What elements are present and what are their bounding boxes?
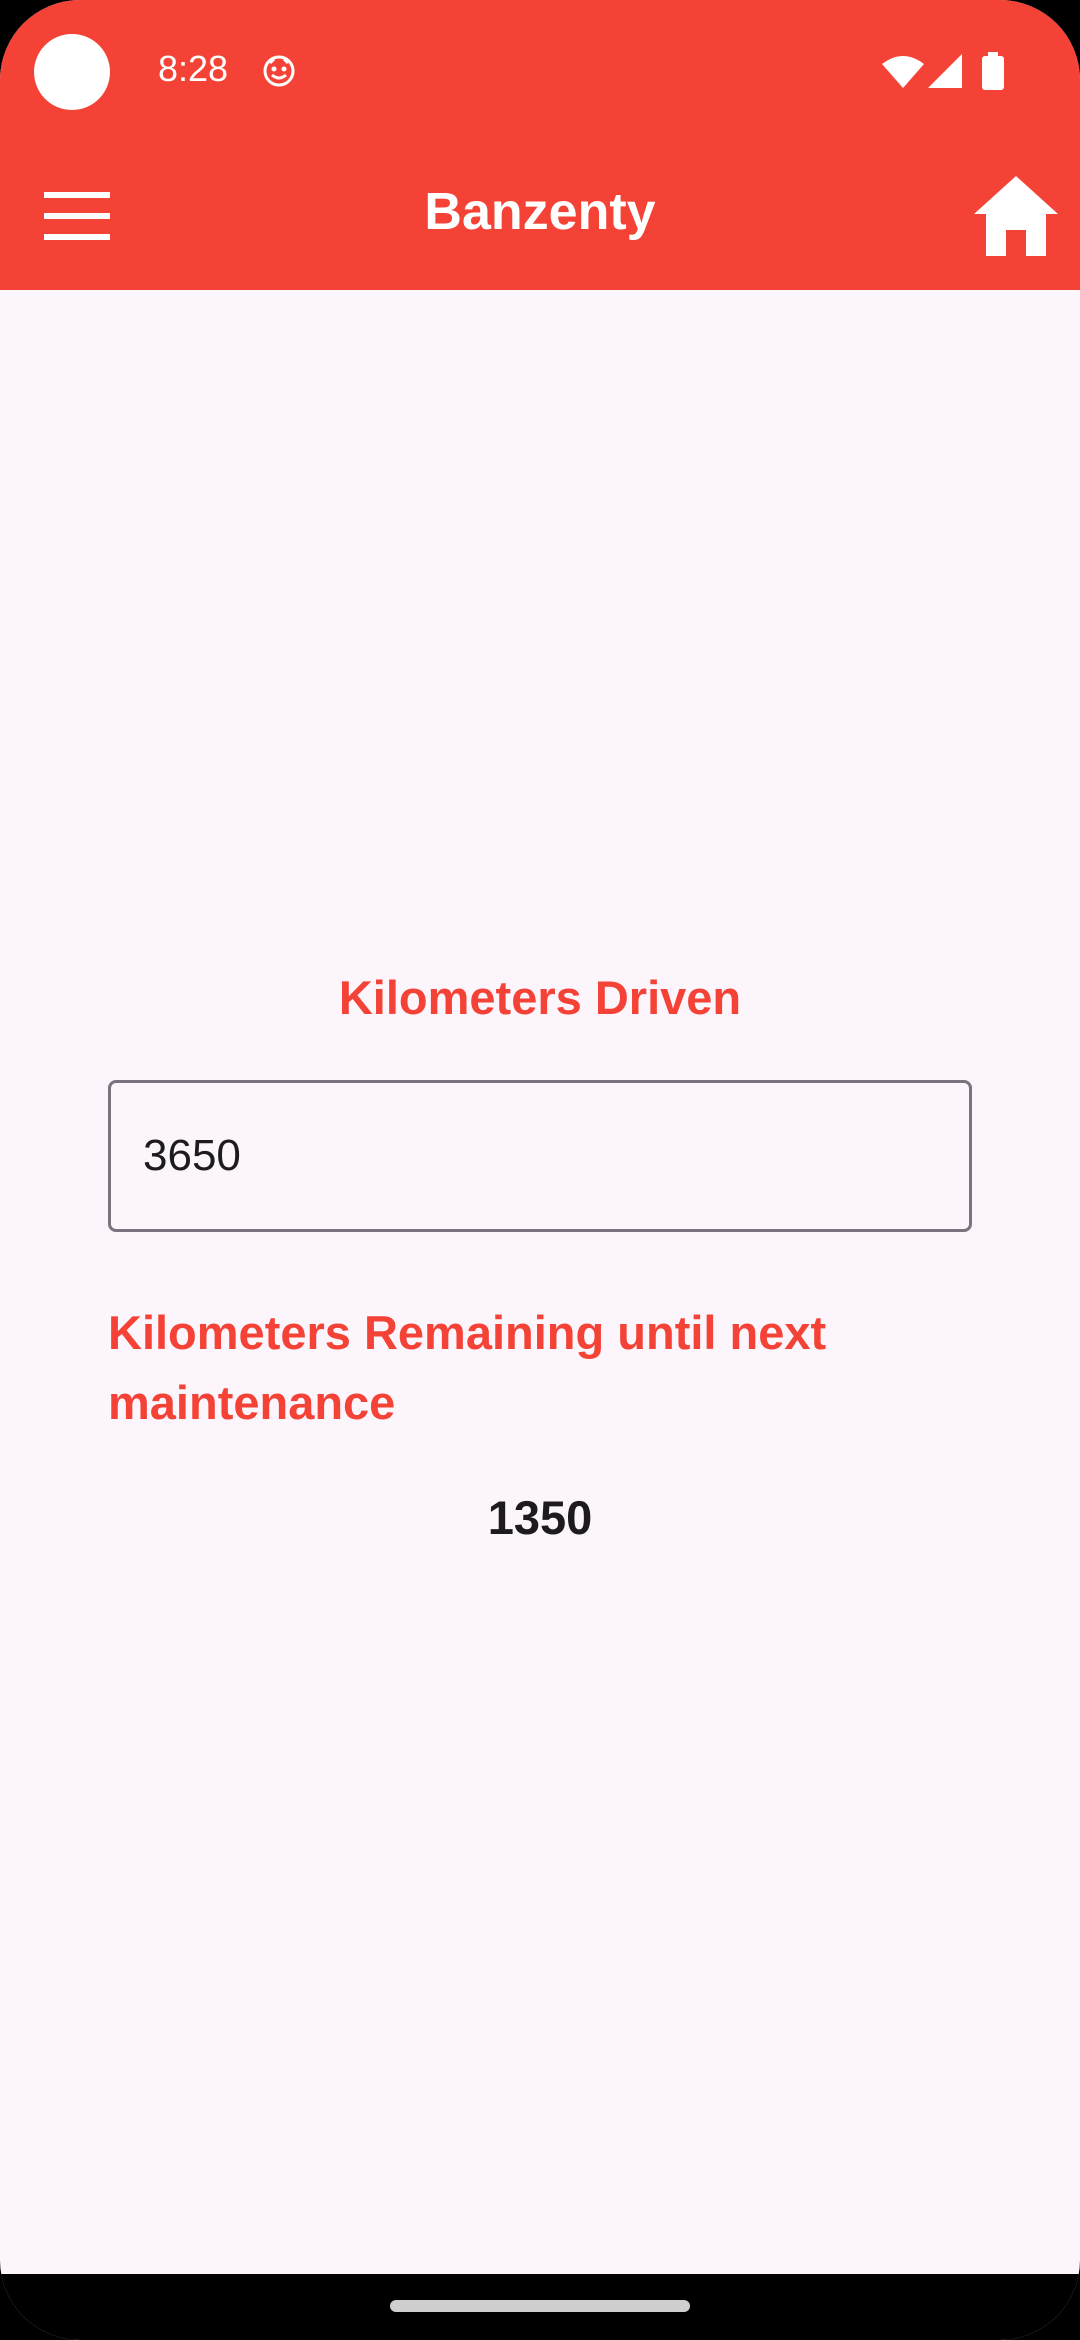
status-time: 8:28	[158, 48, 229, 89]
main-content: Kilometers Driven Kilometers Remaining u…	[0, 290, 1080, 2274]
wifi-icon	[882, 54, 924, 88]
km-remaining-value: 1350	[487, 1491, 593, 1544]
app-screen: 8:28 Banzenty Kilometers Driven 3650 Kil…	[0, 0, 1080, 2340]
status-bar: 8:28	[0, 0, 1080, 142]
home-gesture-handle[interactable]	[390, 2300, 690, 2312]
camera-cutout	[34, 34, 110, 110]
home-icon	[974, 176, 1058, 256]
app-bar: Banzenty	[0, 142, 1080, 290]
km-driven-label: Kilometers Driven	[338, 971, 742, 1024]
km-remaining-label: Kilometers Remaining until next maintena…	[108, 1306, 827, 1429]
battery-icon	[982, 52, 1004, 90]
km-driven-input[interactable]	[108, 1080, 972, 1232]
notification-icon	[262, 54, 296, 88]
app-title: Banzenty	[424, 183, 656, 241]
home-button[interactable]	[968, 168, 1064, 264]
signal-icon	[928, 54, 962, 88]
